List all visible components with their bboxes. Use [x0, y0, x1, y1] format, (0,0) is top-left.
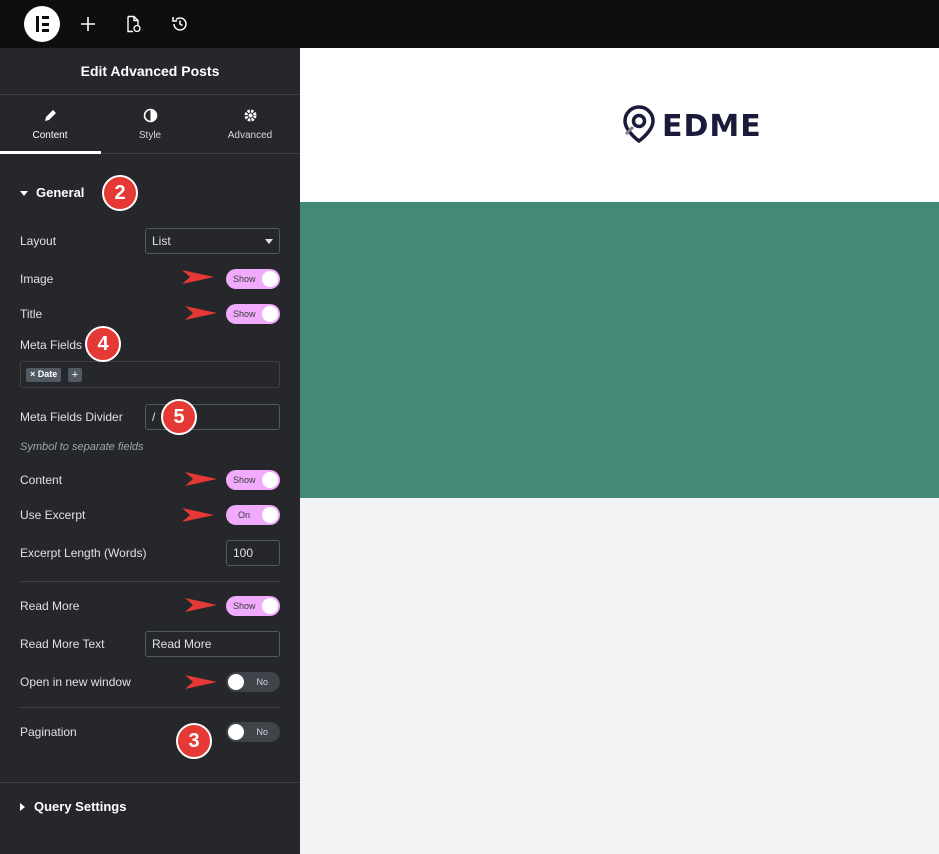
elementor-logo[interactable] — [24, 6, 60, 42]
tab-content[interactable]: Content — [0, 95, 100, 153]
meta-divider-label: Meta Fields Divider — [20, 410, 123, 424]
section-query-settings-title: Query Settings — [34, 799, 127, 814]
open-new-window-toggle[interactable]: No — [226, 672, 280, 692]
panel-title: Edit Advanced Posts — [0, 48, 300, 95]
image-label: Image — [20, 272, 54, 286]
use-excerpt-label: Use Excerpt — [20, 508, 86, 522]
brand-text: EDME — [662, 109, 762, 144]
annotation-badge-4: 4 — [85, 326, 121, 362]
location-pin-icon — [622, 104, 656, 149]
panel-tabs: Content Style Advanced — [0, 95, 300, 154]
history-icon[interactable] — [168, 12, 192, 36]
excerpt-length-input[interactable]: 100 — [226, 540, 280, 566]
pagination-toggle[interactable]: No — [226, 722, 280, 742]
tab-advanced[interactable]: Advanced — [200, 95, 300, 153]
read-more-toggle[interactable]: Show — [226, 596, 280, 616]
annotation-arrow-icon — [185, 598, 217, 612]
annotation-arrow-icon — [182, 270, 214, 284]
active-tab-indicator — [0, 151, 101, 154]
meta-divider-hint: Symbol to separate fields — [20, 441, 144, 453]
annotation-badge-2: 2 — [102, 175, 138, 211]
content-toggle[interactable]: Show — [226, 470, 280, 490]
read-more-toggle-text: Show — [233, 601, 256, 611]
caret-down-icon — [20, 185, 28, 200]
annotation-badge-5: 5 — [161, 399, 197, 435]
divider — [20, 581, 280, 582]
title-label: Title — [20, 307, 43, 321]
read-more-text-label: Read More Text — [20, 637, 105, 651]
content-toggle-text: Show — [233, 475, 256, 485]
open-new-window-toggle-text: No — [256, 677, 268, 687]
pagination-toggle-text: No — [256, 727, 268, 737]
chevron-down-icon — [265, 239, 273, 244]
title-toggle[interactable]: Show — [226, 304, 280, 324]
annotation-arrow-icon — [185, 675, 217, 689]
tab-content-label: Content — [32, 129, 68, 141]
meta-fields-input[interactable]: × Date + — [20, 361, 280, 388]
excerpt-length-label: Excerpt Length (Words) — [20, 546, 147, 560]
hero-section — [300, 202, 939, 498]
page-settings-icon[interactable] — [121, 12, 145, 36]
tab-style-label: Style — [138, 129, 162, 141]
annotation-arrow-icon — [185, 306, 217, 320]
pagination-label: Pagination — [20, 725, 77, 739]
section-query-settings-header[interactable]: Query Settings — [20, 799, 126, 814]
content-section — [300, 498, 939, 854]
section-general-header[interactable]: General — [20, 185, 84, 200]
meta-tag-date[interactable]: × Date — [26, 368, 62, 382]
content-label: Content — [20, 473, 63, 487]
annotation-arrow-icon — [185, 472, 217, 486]
read-more-label: Read More — [20, 599, 80, 613]
layout-label: Layout — [20, 234, 57, 248]
annotation-badge-3: 3 — [176, 723, 212, 759]
layout-select-value: List — [152, 234, 171, 248]
use-excerpt-toggle-text: On — [238, 510, 251, 520]
image-toggle-text: Show — [233, 274, 256, 284]
section-general-title: General — [36, 185, 85, 200]
meta-fields-label: Meta Fields — [20, 338, 83, 352]
image-toggle[interactable]: Show — [226, 269, 280, 289]
canvas-header: EDME — [300, 48, 939, 202]
section-divider — [0, 782, 300, 783]
caret-right-icon — [20, 799, 26, 814]
tab-advanced-label: Advanced — [227, 129, 273, 141]
divider — [20, 707, 280, 708]
gear-icon — [243, 108, 258, 124]
half-circle-icon — [143, 108, 158, 124]
pencil-icon — [43, 108, 57, 124]
editor-panel: Edit Advanced Posts Content Style Advanc… — [0, 48, 300, 854]
layout-select[interactable]: List — [145, 228, 280, 254]
meta-add-button[interactable]: + — [68, 368, 82, 382]
open-new-window-label: Open in new window — [20, 675, 131, 689]
use-excerpt-toggle[interactable]: On — [226, 505, 280, 525]
meta-tag-label: Date — [37, 369, 58, 379]
plus-icon[interactable] — [76, 12, 100, 36]
annotation-arrow-icon — [182, 508, 214, 522]
title-toggle-text: Show — [233, 309, 256, 319]
tab-style[interactable]: Style — [100, 95, 200, 153]
top-bar — [0, 0, 939, 48]
read-more-text-input[interactable]: Read More — [145, 631, 280, 657]
brand-logo[interactable]: EDME — [622, 104, 762, 149]
